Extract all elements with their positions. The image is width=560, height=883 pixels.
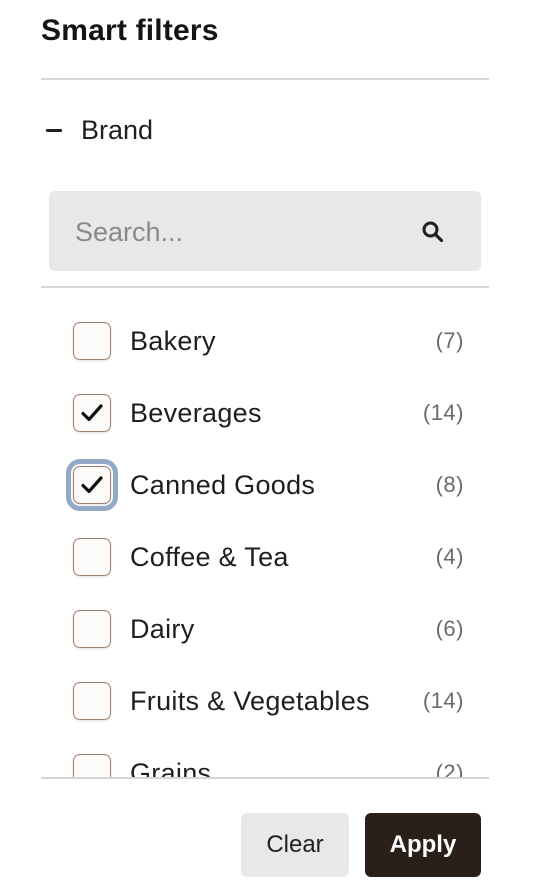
option-count: (14) — [422, 688, 464, 713]
checkbox[interactable] — [73, 394, 111, 432]
brand-section-toggle[interactable]: Brand — [46, 110, 153, 150]
filter-option-canned-goods[interactable]: Canned Goods (8) — [41, 455, 489, 515]
option-count: (4) — [435, 544, 464, 569]
checkbox[interactable] — [73, 322, 111, 360]
checkbox[interactable] — [73, 610, 111, 648]
option-label: Beverages — [130, 398, 262, 428]
filter-option-bakery[interactable]: Bakery (7) — [41, 311, 489, 371]
option-label: Coffee & Tea — [130, 542, 289, 572]
filter-option-coffee-tea[interactable]: Coffee & Tea (4) — [41, 527, 489, 587]
page-title: Smart filters — [41, 14, 219, 47]
checkbox[interactable] — [66, 459, 118, 511]
checkmark-icon — [81, 404, 103, 422]
checkbox[interactable] — [73, 754, 111, 777]
search-icon[interactable] — [420, 219, 446, 245]
option-label: Dairy — [130, 614, 195, 644]
section-label: Brand — [81, 114, 154, 145]
option-label: Fruits & Vegetables — [130, 686, 370, 716]
option-label: Grains — [130, 758, 212, 777]
option-count: (8) — [435, 472, 464, 497]
filter-option-beverages[interactable]: Beverages (14) — [41, 383, 489, 443]
search-input[interactable] — [73, 191, 407, 273]
apply-button[interactable]: Apply — [365, 813, 481, 877]
search-box — [49, 191, 481, 273]
checkbox[interactable] — [73, 538, 111, 576]
divider — [41, 78, 489, 80]
filter-option-dairy[interactable]: Dairy (6) — [41, 599, 489, 659]
checkmark-icon — [81, 476, 103, 494]
minus-icon — [46, 128, 62, 132]
option-count: (6) — [435, 616, 464, 641]
filter-option-grains[interactable]: Grains (2) — [41, 743, 489, 777]
checkbox[interactable] — [73, 682, 111, 720]
option-count: (7) — [435, 328, 464, 353]
divider — [41, 777, 489, 779]
clear-button[interactable]: Clear — [241, 813, 349, 877]
option-label: Canned Goods — [130, 470, 316, 500]
option-count: (2) — [435, 760, 464, 777]
option-count: (14) — [422, 400, 464, 425]
filter-options-list[interactable]: Bakery (7) Beverages (14) Canned Goods (… — [41, 288, 489, 777]
option-label: Bakery — [130, 326, 216, 356]
filter-option-fruits-vegetables[interactable]: Fruits & Vegetables (14) — [41, 671, 489, 731]
